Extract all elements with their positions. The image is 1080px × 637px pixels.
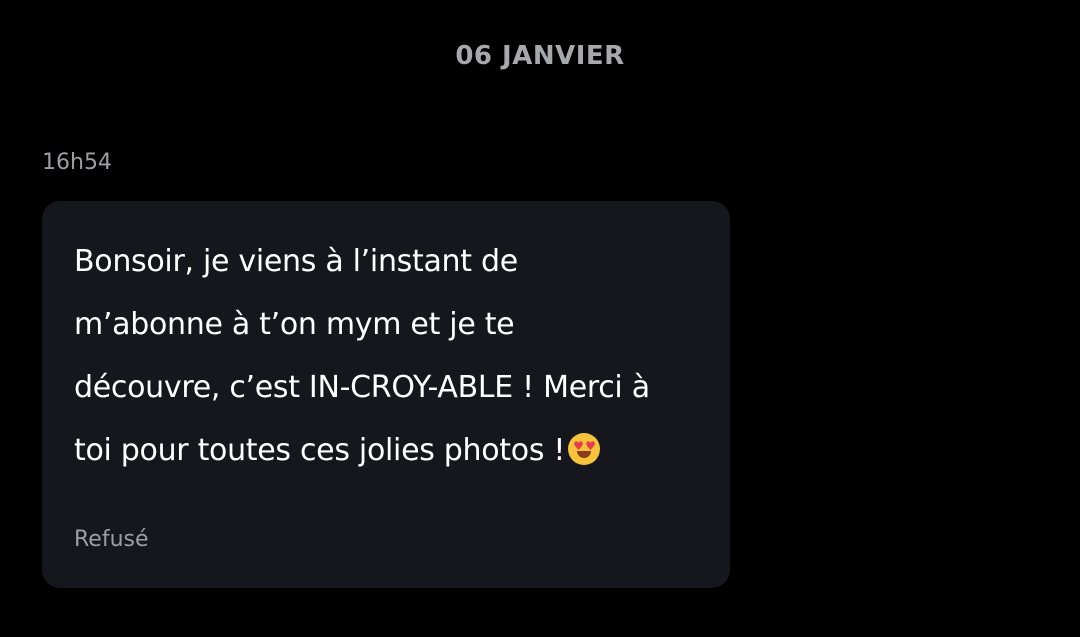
message-text: Bonsoir, je viens à l’instant de m’abonn… [74,230,714,482]
message-line: m’abonne à t’on mym et je te [74,307,515,342]
message-line: toi pour toutes ces jolies photos ! ♥ ♥ [74,419,714,482]
message-line: découvre, c’est IN-CROY-ABLE ! Merci à [74,370,650,405]
smile-mouth [577,451,592,458]
date-separator: 06 JANVIER [455,41,625,71]
message-status: Refusé [74,527,149,552]
heart-eyes-emoji-icon: ♥ ♥ [568,433,601,465]
message-line: Bonsoir, je viens à l’instant de [74,244,518,279]
message-line-text: toi pour toutes ces jolies photos ! [74,433,566,468]
chat-screen: 06 JANVIER 16h54 Bonsoir, je viens à l’i… [0,0,1080,637]
message-timestamp: 16h54 [42,150,112,175]
